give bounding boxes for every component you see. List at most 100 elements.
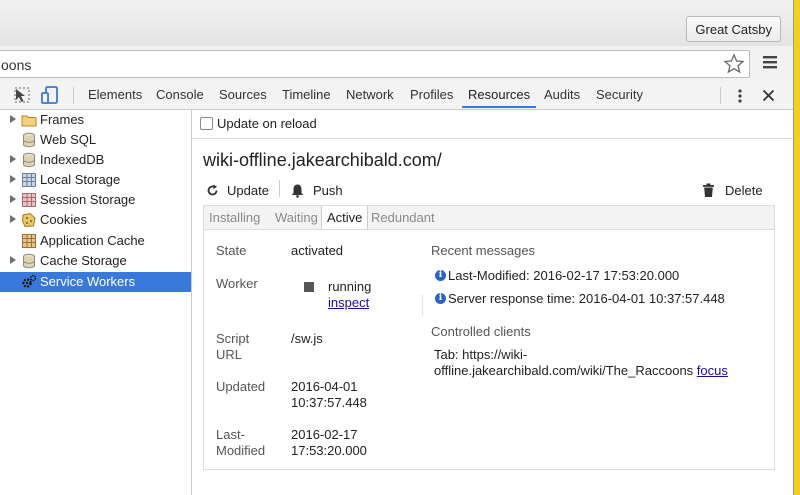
worker-status: running bbox=[328, 279, 372, 294]
tab-profiles[interactable]: Profiles bbox=[410, 82, 453, 108]
browser-menu-icon[interactable] bbox=[762, 54, 778, 70]
sidebar-item-frames[interactable]: Frames bbox=[0, 110, 191, 130]
info-icon: i bbox=[435, 293, 446, 304]
tab-resources[interactable]: Resources bbox=[462, 82, 537, 108]
push-button[interactable]: Push bbox=[290, 182, 350, 200]
client-url-line: offline.jakearchibald.com/wiki/The_Racco… bbox=[434, 363, 694, 378]
last-modified-label: Modified bbox=[216, 443, 266, 458]
expand-triangle-icon[interactable] bbox=[10, 215, 16, 223]
action-separator bbox=[279, 180, 280, 197]
sidebar-item-application-cache[interactable]: Application Cache bbox=[0, 231, 191, 251]
sidebar-item-label: Application Cache bbox=[40, 233, 145, 248]
update-button[interactable]: Update bbox=[204, 182, 274, 200]
version-tab-strip: Installing Waiting Active Redundant bbox=[203, 205, 775, 230]
update-on-reload-label: Update on reload bbox=[217, 116, 317, 131]
tab-sources[interactable]: Sources bbox=[219, 82, 267, 108]
device-mode-icon[interactable] bbox=[41, 86, 61, 105]
refresh-icon bbox=[207, 184, 218, 196]
updated-value: 2016-04-01 bbox=[291, 379, 358, 394]
state-label: State bbox=[216, 243, 247, 258]
info-icon: i bbox=[435, 270, 446, 281]
expand-triangle-icon[interactable] bbox=[10, 155, 16, 163]
sidebar-item-cookies[interactable]: Cookies bbox=[0, 210, 191, 230]
close-devtools-icon[interactable] bbox=[762, 89, 775, 102]
tab-waiting[interactable]: Waiting bbox=[270, 206, 323, 229]
last-modified-value: 17:53:20.000 bbox=[291, 443, 367, 458]
profile-button[interactable]: Great Catsby bbox=[686, 16, 781, 42]
last-modified-value: 2016-02-17 bbox=[291, 427, 358, 442]
sidebar-item-cache-storage[interactable]: Cache Storage bbox=[0, 251, 191, 271]
tab-elements[interactable]: Elements bbox=[88, 82, 142, 108]
updated-label: Updated bbox=[216, 379, 266, 394]
grid-icon bbox=[22, 193, 36, 207]
script-url-label: Script bbox=[216, 331, 250, 346]
sidebar-item-label: Service Workers bbox=[40, 274, 136, 289]
update-on-reload-checkbox[interactable] bbox=[200, 117, 213, 130]
trash-icon bbox=[703, 183, 714, 197]
message-item: Server response time: 2016-04-01 10:37:5… bbox=[448, 291, 725, 306]
script-url-label: URL bbox=[216, 347, 243, 362]
inspect-link[interactable]: inspect bbox=[328, 295, 369, 311]
tab-network[interactable]: Network bbox=[346, 82, 394, 108]
address-text: oons bbox=[1, 57, 32, 73]
bell-icon bbox=[291, 184, 304, 198]
resources-sidebar: Frames Web SQL IndexedDB Local Storage S… bbox=[0, 110, 192, 495]
inspect-element-icon[interactable] bbox=[14, 87, 31, 104]
browser-window: Great Catsby oons Elements Console Sourc… bbox=[0, 0, 794, 495]
delete-label: Delete bbox=[725, 183, 763, 198]
expand-triangle-icon[interactable] bbox=[10, 256, 16, 264]
stop-worker-icon[interactable] bbox=[304, 282, 314, 292]
worker-actions: Update Push Delete bbox=[204, 180, 782, 204]
last-modified-label: Last- bbox=[216, 427, 245, 442]
grid-icon bbox=[22, 234, 36, 248]
sidebar-item-session-storage[interactable]: Session Storage bbox=[0, 190, 191, 210]
grid-icon bbox=[22, 173, 36, 187]
tab-separator bbox=[720, 87, 721, 104]
controlled-clients-label: Controlled clients bbox=[431, 324, 531, 339]
expand-triangle-icon[interactable] bbox=[10, 195, 16, 203]
push-label: Push bbox=[313, 183, 343, 198]
sidebar-item-indexeddb[interactable]: IndexedDB bbox=[0, 150, 191, 170]
sidebar-item-label: Web SQL bbox=[40, 132, 97, 147]
browser-toolbar: oons bbox=[0, 46, 793, 83]
tab-redundant[interactable]: Redundant bbox=[366, 206, 440, 229]
devtools-tab-bar: Elements Console Sources Timeline Networ… bbox=[0, 82, 793, 110]
update-on-reload-bar: Update on reload bbox=[192, 110, 793, 139]
database-icon bbox=[23, 253, 35, 269]
gears-icon bbox=[22, 274, 37, 288]
tab-audits[interactable]: Audits bbox=[544, 82, 580, 108]
sidebar-item-label: Frames bbox=[40, 112, 85, 127]
sidebar-item-label: Cookies bbox=[40, 212, 87, 227]
sidebar-item-service-workers[interactable]: Service Workers bbox=[0, 272, 191, 292]
sidebar-item-web-sql[interactable]: Web SQL bbox=[0, 130, 191, 150]
state-value: activated bbox=[291, 243, 344, 258]
database-icon bbox=[23, 132, 35, 148]
client-url: offline.jakearchibald.com/wiki/The_Racco… bbox=[434, 363, 728, 379]
sidebar-item-label: Local Storage bbox=[40, 172, 121, 187]
recent-messages-label: Recent messages bbox=[431, 243, 536, 258]
column-divider bbox=[422, 294, 423, 316]
tab-active[interactable]: Active bbox=[321, 206, 369, 230]
focus-link[interactable]: focus bbox=[697, 363, 728, 378]
update-label: Update bbox=[227, 183, 269, 198]
tab-security[interactable]: Security bbox=[596, 82, 643, 108]
expand-triangle-icon[interactable] bbox=[10, 175, 16, 183]
sidebar-item-local-storage[interactable]: Local Storage bbox=[0, 170, 191, 190]
origin-title: wiki-offline.jakearchibald.com/ bbox=[203, 150, 442, 170]
sidebar-item-label: Cache Storage bbox=[40, 253, 127, 268]
bookmark-star-icon[interactable] bbox=[723, 53, 745, 75]
address-bar[interactable]: oons bbox=[0, 50, 750, 78]
expand-triangle-icon[interactable] bbox=[10, 115, 16, 123]
message-item: Last-Modified: 2016-02-17 17:53:20.000 bbox=[448, 268, 680, 283]
tab-installing[interactable]: Installing bbox=[204, 206, 265, 229]
cookie-icon bbox=[21, 212, 36, 228]
tab-console[interactable]: Console bbox=[156, 82, 204, 108]
active-worker-details: State activated Worker running inspect S… bbox=[203, 229, 775, 470]
sidebar-item-label: Session Storage bbox=[40, 192, 136, 207]
more-options-icon[interactable] bbox=[734, 88, 746, 104]
tab-timeline[interactable]: Timeline bbox=[282, 82, 331, 108]
script-url-value: /sw.js bbox=[291, 331, 323, 346]
delete-button[interactable]: Delete bbox=[702, 182, 782, 200]
service-worker-panel: Update on reload wiki-offline.jakearchib… bbox=[192, 110, 793, 495]
database-icon bbox=[23, 152, 35, 168]
